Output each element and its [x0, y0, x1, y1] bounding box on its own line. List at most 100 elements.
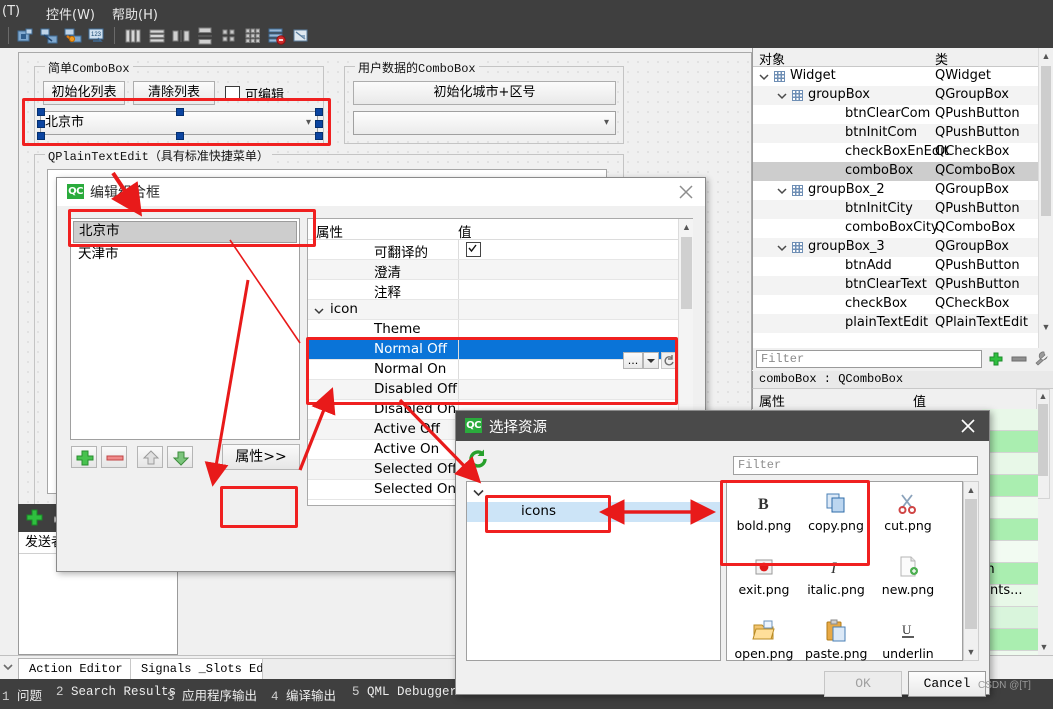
groupbox-simple-combobox[interactable]: 简单ComboBox 初始化列表 清除列表 可编辑 北京市 ▾ — [34, 59, 324, 144]
resource-file-cut-png[interactable]: cut.png — [877, 488, 939, 533]
remove-item-button[interactable] — [101, 446, 127, 468]
status-item-compile-output[interactable]: 4 编译输出 — [271, 685, 336, 704]
property-row[interactable] — [982, 629, 1038, 651]
object-inspector-scrollbar[interactable]: ▲ ▼ — [1038, 48, 1053, 353]
chevron-down-icon[interactable] — [2, 661, 14, 673]
icon-dropdown-button[interactable] — [643, 352, 659, 369]
object-inspector-row-groupBox[interactable]: groupBox QGroupBox — [753, 86, 1053, 105]
property-editor-scrollbar-2[interactable]: ▼ — [1038, 640, 1052, 656]
icon-browse-button[interactable]: ... — [623, 352, 643, 369]
translatable-checkbox[interactable] — [466, 242, 481, 257]
selection-handle[interactable] — [37, 120, 45, 128]
file-grid-scrollbar[interactable]: ▲ ▼ — [963, 481, 979, 661]
item-property-row-icon[interactable]: icon — [308, 300, 678, 320]
object-inspector-row-btnAdd[interactable]: btnAdd QPushButton — [753, 257, 1053, 276]
resource-tree-node-resource-root[interactable] — [467, 482, 720, 502]
scrollbar-thumb[interactable] — [965, 499, 977, 629]
item-property-row-可翻译的[interactable]: 可翻译的 — [308, 240, 678, 261]
item-property-row-disabled-off[interactable]: Disabled Off — [308, 380, 678, 400]
chevron-down-icon[interactable] — [777, 90, 787, 100]
property-editor-scrollbar[interactable]: ▲ — [1036, 389, 1050, 499]
property-add-button[interactable] — [986, 350, 1006, 368]
selection-handle[interactable] — [37, 108, 45, 116]
layout-grid-icon[interactable] — [244, 27, 262, 45]
btn-clear-list[interactable]: 清除列表 — [133, 81, 215, 105]
icon-reset-button[interactable] — [661, 352, 678, 369]
checkbox-editable-box[interactable] — [225, 86, 240, 101]
signal-add-button[interactable] — [24, 508, 46, 528]
adjust-size-icon[interactable] — [292, 27, 310, 45]
btn-init-list[interactable]: 初始化列表 — [43, 81, 125, 105]
reload-icon[interactable] — [466, 447, 490, 471]
object-inspector-row-groupBox_3[interactable]: groupBox_3 QGroupBox — [753, 238, 1053, 257]
object-inspector-row-groupBox_2[interactable]: groupBox_2 QGroupBox — [753, 181, 1053, 200]
chevron-down-icon[interactable] — [314, 304, 324, 315]
layout-form-icon[interactable] — [220, 27, 238, 45]
scroll-down-icon[interactable]: ▼ — [1039, 641, 1049, 653]
scroll-up-icon[interactable]: ▲ — [1038, 390, 1048, 402]
combobox-item[interactable]: 北京市 — [73, 221, 297, 243]
close-icon[interactable] — [959, 417, 977, 435]
object-inspector-tree[interactable]: Widget QWidget groupBox QGroupBox btnClearCo… — [753, 67, 1053, 333]
combobox-item[interactable]: 天津市 — [71, 245, 299, 265]
object-inspector-row-btnInitCity[interactable]: btnInitCity QPushButton — [753, 200, 1053, 219]
scrollbar-thumb[interactable] — [681, 237, 692, 309]
object-inspector-row-checkBox[interactable]: checkBox QCheckBox — [753, 295, 1053, 314]
chevron-down-icon[interactable] — [777, 185, 787, 195]
object-inspector-row-btnInitCom[interactable]: btnInitCom QPushButton — [753, 124, 1053, 143]
layout-vertical-icon[interactable] — [148, 27, 166, 45]
property-row[interactable] — [982, 453, 1038, 475]
property-row[interactable] — [982, 497, 1038, 519]
property-row[interactable] — [982, 409, 1038, 431]
object-inspector-row-comboBox[interactable]: comboBox QComboBox — [753, 162, 1053, 181]
property-row[interactable] — [982, 431, 1038, 453]
edit-buddies-icon[interactable] — [64, 27, 82, 45]
object-inspector-row-btnClearCom[interactable]: btnClearCom QPushButton — [753, 105, 1053, 124]
selection-handle[interactable] — [315, 132, 323, 140]
item-property-row-澄清[interactable]: 澄清 — [308, 260, 678, 281]
scroll-up-icon[interactable]: ▲ — [681, 221, 692, 234]
chevron-down-icon[interactable] — [473, 486, 484, 502]
resource-cancel-button[interactable]: Cancel — [908, 671, 986, 697]
property-editor-rows[interactable] — [982, 409, 1038, 673]
object-inspector-row-checkBoxEnEdit[interactable]: checkBoxEnEdit QCheckBox — [753, 143, 1053, 162]
resource-file-paste-png[interactable]: paste.png — [805, 616, 867, 661]
chevron-down-icon[interactable] — [777, 242, 787, 252]
scroll-down-icon[interactable]: ▼ — [1041, 321, 1051, 333]
btn-init-city-code[interactable]: 初始化城市+区号 — [353, 81, 616, 105]
selection-handle[interactable] — [315, 120, 323, 128]
object-inspector-panel[interactable]: 对象 类 Widget QWidget groupBox QGroupBox btnCl… — [752, 48, 1053, 353]
resource-file-open-png[interactable]: open.png — [733, 616, 795, 661]
select-resource-dialog[interactable]: QC 选择资源 Filter icons Bbold.png copy.png cu… — [455, 410, 990, 697]
scroll-down-icon[interactable]: ▼ — [965, 645, 977, 659]
layout-horizontal-icon[interactable] — [124, 27, 142, 45]
property-remove-button[interactable] — [1010, 350, 1028, 368]
edit-signals-slots-icon[interactable] — [40, 27, 58, 45]
status-item-search-results[interactable]: 2 Search Results — [56, 685, 176, 699]
properties-button[interactable]: 属性>> — [222, 444, 300, 470]
scroll-up-icon[interactable]: ▲ — [965, 483, 977, 497]
scroll-up-icon[interactable]: ▲ — [1041, 50, 1051, 62]
resource-file-bold-png[interactable]: Bbold.png — [733, 488, 795, 533]
resource-file-underlin[interactable]: Uunderlin — [877, 616, 939, 661]
resource-ok-button[interactable]: OK — [824, 671, 902, 697]
move-down-button[interactable] — [167, 446, 193, 468]
object-inspector-row-Widget[interactable]: Widget QWidget — [753, 67, 1053, 86]
item-property-row-注释[interactable]: 注释 — [308, 280, 678, 301]
item-property-row-theme[interactable]: Theme — [308, 320, 678, 340]
selection-handle[interactable] — [176, 108, 184, 116]
property-row[interactable] — [982, 541, 1038, 563]
resource-tree-node-icons[interactable]: icons — [467, 502, 720, 522]
groupbox-userdata-combobox[interactable]: 用户数据的ComboBox 初始化城市+区号 ▾ — [344, 59, 624, 144]
property-filter-input[interactable]: Filter — [756, 350, 982, 368]
tab-action-editor[interactable]: Action Editor — [18, 658, 134, 680]
status-item-application-output[interactable]: 3 应用程序输出 — [167, 685, 257, 704]
property-row[interactable] — [982, 519, 1038, 541]
object-inspector-row-comboBoxCity[interactable]: comboBoxCity QComboBox — [753, 219, 1053, 238]
resource-file-italic-png[interactable]: Iitalic.png — [805, 552, 867, 597]
layout-splitter-vertical-icon[interactable] — [196, 27, 214, 45]
property-configure-button[interactable] — [1032, 350, 1050, 368]
menu-item-tools[interactable]: (T) — [0, 3, 28, 20]
chevron-down-icon[interactable] — [759, 71, 769, 81]
combobox-city-userdata[interactable]: ▾ — [353, 111, 616, 135]
